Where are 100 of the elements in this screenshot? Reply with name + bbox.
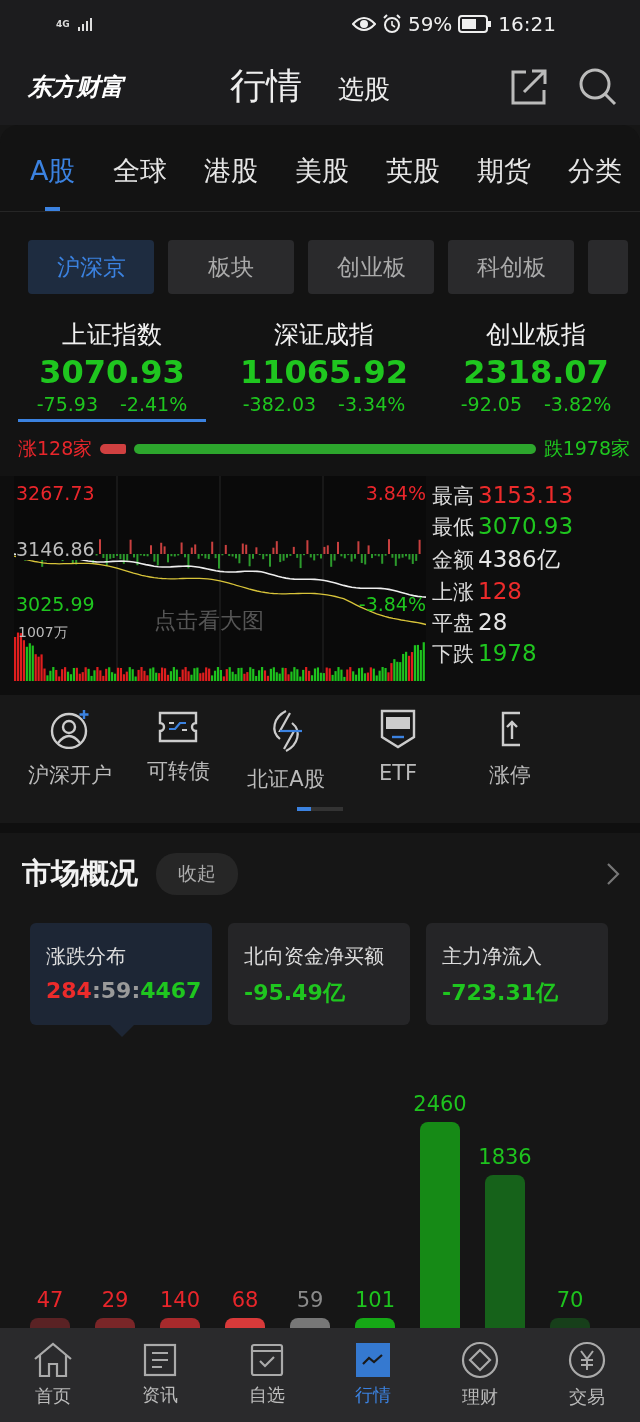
nav-tab[interactable]: 交易 [546,1341,627,1409]
index-change: -382.03 [242,393,317,415]
index-change: -92.05 [460,393,522,415]
stat-value: 28 [478,609,508,635]
stat-label: 最高 [432,483,474,510]
index-percent: -3.82% [544,393,612,415]
user-add-icon [49,709,91,749]
bar-value-label: 140 [159,1288,201,1312]
index-percent: -2.41% [120,393,188,415]
header-tab[interactable]: 选股 [338,72,390,107]
stat-label: 上涨 [432,579,474,606]
card-value: 284:59:4467 [46,978,202,1003]
index-name: 深证成指 [274,319,374,351]
ticket-icon [158,709,198,745]
card-title: 主力净流入 [442,943,542,970]
advancers-bar [100,444,127,454]
checkbox-icon [249,1343,284,1377]
stat-value: 4386亿 [478,545,560,574]
axis-high-label: 3267.73 [16,482,95,504]
index-percent: -3.34% [338,393,406,415]
axis-high-percent: 3.84% [365,482,426,504]
stat-value: 128 [478,578,522,604]
overview-card[interactable]: 北向资金净买额 -95.49亿 [228,923,410,1025]
card-value: -723.31亿 [442,979,559,1007]
chart-hint: 点击看大图 [154,607,264,635]
stat-label: 下跌 [432,641,474,668]
stat-value: 3153.13 [478,482,574,508]
alarm-icon [381,14,402,34]
index-value: 11065.92 [240,353,408,391]
card-title: 北向资金净买额 [244,943,384,970]
chart-icon [356,1343,391,1377]
battery-percent: 59% [407,12,453,36]
nav-tab[interactable]: 自选 [226,1343,307,1407]
bar-value-label: 101 [354,1288,396,1312]
stat-label: 平盘 [432,610,474,637]
market-tab[interactable]: 全球 [112,125,167,211]
share-icon[interactable] [510,67,548,106]
intraday-chart[interactable]: 3267.73 3.84% 3146.86 3025.99 -3.84% 1007万 点击看大图 [14,476,426,681]
collapse-button[interactable]: 收起 [156,853,238,895]
filter-chip[interactable]: 板块 [168,240,294,294]
card-value: -95.49亿 [244,979,345,1007]
chevron-right-icon[interactable] [606,862,620,886]
market-tab[interactable]: 英股 [385,125,440,211]
decliners-label: 跌1978家 [543,436,630,461]
index-card[interactable]: 深证成指 11065.92 -382.03 -3.34% [230,318,418,422]
index-name: 上证指数 [62,319,162,351]
etf-badge-icon [380,709,416,749]
stat-label: 最低 [432,514,474,541]
axis-low-label: 3025.99 [16,593,95,615]
index-card[interactable]: 创业板指 2318.07 -92.05 -3.82% [442,318,630,422]
stat-label: 金额 [432,547,474,574]
index-change: -75.93 [36,393,98,415]
stat-value: 1978 [478,640,537,666]
shortcut-item[interactable]: 涨停 [464,709,556,793]
eye-icon [351,16,376,32]
bar-value-label: 29 [101,1288,129,1312]
clock: 16:21 [498,12,556,36]
market-tab[interactable]: 分类 [567,125,622,211]
nav-tab[interactable]: 资讯 [120,1343,200,1407]
stat-value: 3070.93 [478,513,574,539]
nav-tab[interactable]: 行情 [333,1343,414,1407]
nav-tab[interactable]: 理财 [439,1341,520,1409]
shortcut-item[interactable]: 可转债 [136,709,220,793]
search-icon[interactable] [578,66,618,107]
advancers-label: 涨128家 [18,436,93,461]
volume-label: 1007万 [18,624,68,642]
shortcut-item[interactable]: 北证A股 [240,709,332,793]
bar-value-label: 59 [296,1288,324,1312]
yen-icon [567,1341,606,1379]
filter-chip[interactable]: 沪深京 [28,240,154,294]
document-icon [143,1343,177,1377]
index-value: 2318.07 [463,353,609,391]
overview-card[interactable]: 主力净流入 -723.31亿 [426,923,608,1025]
shortcut-item[interactable]: ETF [352,709,444,793]
index-card[interactable]: 上证指数 3070.93 -75.93 -2.41% [18,318,206,422]
bar-value-label: 1836 [478,1144,532,1169]
app-logo: 东方财富 [28,71,127,103]
market-tab[interactable]: 期货 [476,125,531,211]
section-title: 市场概况 [22,855,138,892]
market-tab[interactable]: 港股 [203,125,258,211]
bar-value-label: 70 [556,1288,584,1312]
arrow-box-icon [500,709,520,749]
header-tab[interactable]: 行情 [230,62,302,111]
network-label: 4G [56,19,70,29]
bar-value-label: 2460 [413,1092,467,1116]
filter-chip[interactable]: 科创板 [448,240,574,294]
card-title: 涨跌分布 [46,943,126,970]
shortcut-item[interactable]: 沪深开户 [24,709,116,793]
market-tab[interactable]: A股 [30,125,76,211]
bar-value-label: 47 [36,1288,64,1312]
market-tab[interactable]: 美股 [294,125,349,211]
index-name: 创业板指 [486,319,586,351]
home-icon [33,1342,74,1378]
bar-value-label: 68 [231,1288,259,1312]
battery-icon [458,15,493,33]
axis-low-percent: -3.84% [358,593,426,615]
nav-tab[interactable]: 首页 [13,1342,94,1408]
index-value: 3070.93 [39,353,185,391]
filter-chip[interactable]: 创业板 [308,240,434,294]
scroll-indicator [297,807,343,811]
